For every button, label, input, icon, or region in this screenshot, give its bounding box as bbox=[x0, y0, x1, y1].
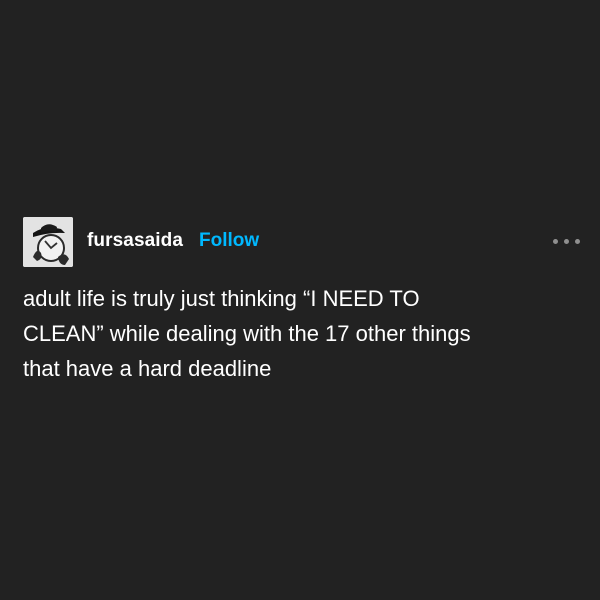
tumblr-post: fursasaida Follow adult life is truly ju… bbox=[0, 0, 600, 600]
more-dot bbox=[575, 239, 580, 244]
more-dot bbox=[553, 239, 558, 244]
avatar-photo-icon bbox=[23, 217, 73, 267]
username[interactable]: fursasaida bbox=[87, 230, 183, 252]
avatar[interactable] bbox=[23, 217, 73, 267]
post-text: adult life is truly just thinking “I NEE… bbox=[23, 286, 471, 381]
post-header: fursasaida Follow bbox=[23, 217, 583, 267]
more-options-icon[interactable] bbox=[553, 231, 583, 251]
follow-button[interactable]: Follow bbox=[199, 230, 259, 252]
more-dot bbox=[564, 239, 569, 244]
